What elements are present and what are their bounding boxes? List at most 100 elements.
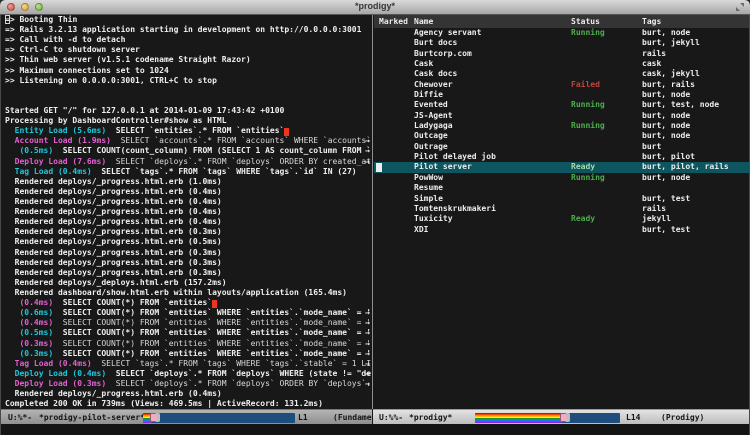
sql-duration-label: Deploy Load (7.6ms) bbox=[5, 157, 106, 166]
service-row[interactable]: Burt docsburt, jekyll bbox=[374, 38, 749, 48]
service-row[interactable]: JS-Agentburt, node bbox=[374, 111, 749, 121]
window-title: *prodigy* bbox=[60, 1, 690, 11]
truncation-arrow-icon: → bbox=[365, 136, 370, 146]
pane-divider[interactable] bbox=[372, 15, 373, 409]
service-row[interactable]: Pilot serverReadyburt, pilot, rails bbox=[374, 162, 749, 172]
modeline-buffer-name[interactable]: *prodigy* bbox=[409, 410, 452, 424]
service-row[interactable]: Tomtenskrukmakeri rails bbox=[374, 204, 749, 214]
emacs-frame: => Booting Thin=> Rails 3.2.13 applicati… bbox=[1, 15, 749, 435]
service-row[interactable]: EventedRunningburt, test, node bbox=[374, 100, 749, 110]
log-text: SELECT COUNT(*) FROM `entities` WHERE `e… bbox=[53, 308, 371, 317]
truncation-arrow-icon: → bbox=[365, 146, 370, 156]
titlebar[interactable]: *prodigy* bbox=[0, 0, 750, 15]
sql-duration-label: (0.3ms) bbox=[5, 349, 53, 358]
log-line: >> Maximum connections set to 1024 bbox=[1, 66, 371, 76]
log-text: => Rails 3.2.13 application starting in … bbox=[5, 25, 361, 34]
truncation-arrow-icon: → bbox=[365, 349, 370, 359]
log-line: Rendered deploys/_progress.html.erb (0.3… bbox=[1, 248, 371, 258]
sql-duration-label: Tag Load (0.4ms) bbox=[5, 167, 92, 176]
service-row[interactable]: Caskcask bbox=[374, 59, 749, 69]
log-line: Rendered deploys/_progress.html.erb (0.3… bbox=[1, 258, 371, 268]
log-text: Rendered deploys/_progress.html.erb (0.3… bbox=[5, 227, 222, 236]
sql-duration-label: (0.6ms) bbox=[5, 308, 53, 317]
log-line: (0.4ms) SELECT COUNT(*) FROM `entities` … bbox=[1, 318, 371, 328]
truncation-arrow-icon: → bbox=[365, 328, 370, 338]
service-tags: burt, node bbox=[642, 90, 690, 101]
fullscreen-icon[interactable] bbox=[736, 3, 744, 11]
log-text: SELECT `deploys`.* FROM `deploys` WHERE … bbox=[106, 369, 371, 378]
log-line: Rendered dashboard/show.html.erb within … bbox=[1, 288, 371, 298]
service-row[interactable]: Diffieburt, node bbox=[374, 90, 749, 100]
service-tags: burt, node bbox=[642, 28, 690, 39]
zoom-button[interactable] bbox=[35, 3, 43, 11]
service-tags: burt, node bbox=[642, 121, 690, 132]
service-status: Failed bbox=[571, 80, 600, 91]
modeline-major-mode[interactable]: (Prodigy) bbox=[661, 410, 704, 424]
service-row[interactable]: Cask docscask, jekyll bbox=[374, 69, 749, 79]
service-name: PowWow bbox=[414, 173, 443, 184]
service-row[interactable]: Burtcorp.comrails bbox=[374, 49, 749, 59]
service-row[interactable]: Agency servantRunningburt, node bbox=[374, 28, 749, 38]
log-line: Rendered deploys/_progress.html.erb (1.0… bbox=[1, 177, 371, 187]
modeline-line-number: L1 bbox=[298, 410, 308, 424]
log-text: Rendered dashboard/show.html.erb within … bbox=[5, 288, 347, 297]
service-row[interactable]: Simpleburt, test bbox=[374, 194, 749, 204]
service-tags: rails bbox=[642, 204, 666, 215]
sql-duration-label: (0.5ms) bbox=[5, 328, 53, 337]
truncation-arrow-icon: → bbox=[365, 369, 370, 379]
sql-duration-label: (0.3ms) bbox=[5, 339, 53, 348]
log-text: Rendered deploys/_deploys.html.erb (157.… bbox=[5, 278, 227, 287]
modeline-major-mode[interactable]: (Fundamen bbox=[333, 410, 372, 424]
log-text: Rendered deploys/_progress.html.erb (0.3… bbox=[5, 248, 222, 257]
service-tags: burt, test bbox=[642, 194, 690, 205]
modeline-active[interactable]: U:%%- *prodigy* L14 (Prodigy) bbox=[373, 409, 749, 424]
log-line: Rendered deploys/_progress.html.erb (0.4… bbox=[1, 217, 371, 227]
minimize-button[interactable] bbox=[21, 3, 29, 11]
log-line: (0.3ms) SELECT COUNT(*) FROM `entities` … bbox=[1, 339, 371, 349]
minibuffer[interactable] bbox=[1, 424, 749, 435]
log-text: >> Thin web server (v1.5.1 codename Stra… bbox=[5, 55, 251, 64]
log-line: Rendered deploys/_progress.html.erb (0.4… bbox=[1, 389, 371, 399]
header-name: Name bbox=[414, 15, 433, 28]
service-status: Ready bbox=[571, 214, 595, 225]
log-text: Rendered deploys/_progress.html.erb (1.0… bbox=[5, 177, 222, 186]
service-row[interactable]: LadygagaRunningburt, node bbox=[374, 121, 749, 131]
service-row[interactable]: Outcageburt, node bbox=[374, 131, 749, 141]
service-tags: burt bbox=[642, 142, 661, 153]
service-name: Tuxicity bbox=[414, 214, 453, 225]
close-button[interactable] bbox=[7, 3, 15, 11]
log-line: Started GET "/" for 127.0.0.1 at 2014-01… bbox=[1, 106, 371, 116]
service-status: Running bbox=[571, 121, 605, 132]
log-line: (0.4ms) SELECT COUNT(*) FROM `entities` bbox=[1, 298, 371, 308]
service-row[interactable]: Outrage burt bbox=[374, 142, 749, 152]
modeline-buffer-name[interactable]: *prodigy-pilot-server* bbox=[39, 410, 145, 424]
service-tags: burt, rails bbox=[642, 80, 695, 91]
service-row[interactable]: ChewoverFailedburt, rails bbox=[374, 80, 749, 90]
service-name: Tomtenskrukmakeri bbox=[414, 204, 496, 215]
log-text: Rendered deploys/_progress.html.erb (0.4… bbox=[5, 197, 222, 206]
log-line: => Rails 3.2.13 application starting in … bbox=[1, 25, 371, 35]
service-rows: Agency servantRunningburt, nodeBurt docs… bbox=[374, 28, 749, 235]
sql-text: SELECT `tags`.* FROM `tags` WHERE `tags`… bbox=[92, 359, 371, 368]
service-row[interactable]: Resume bbox=[374, 183, 749, 193]
nyan-cat-icon bbox=[150, 413, 160, 422]
sql-text: SELECT `accounts`.* FROM `accounts` WHER… bbox=[111, 136, 371, 145]
service-tags: burt, test, node bbox=[642, 100, 719, 111]
service-row[interactable]: XDIburt, test bbox=[374, 225, 749, 235]
service-tags: burt, node bbox=[642, 111, 690, 122]
log-text: >> Maximum connections set to 1024 bbox=[5, 66, 169, 75]
trailing-whitespace-marker bbox=[212, 300, 217, 309]
modeline-inactive[interactable]: U:%*- *prodigy-pilot-server* L1 (Fundame… bbox=[1, 409, 372, 424]
service-tags: cask, jekyll bbox=[642, 69, 700, 80]
sql-duration-label: Account Load (1.9ms) bbox=[5, 136, 111, 145]
nyan-progress-bar bbox=[475, 413, 620, 423]
modeline-status-flags: U:%%- bbox=[379, 410, 403, 424]
modeline-line-number: L14 bbox=[626, 410, 640, 424]
service-row[interactable]: Pilot delayed jobburt, pilot bbox=[374, 152, 749, 162]
service-row[interactable]: PowWowRunningburt, node bbox=[374, 173, 749, 183]
service-row[interactable]: TuxicityReadyjekyll bbox=[374, 214, 749, 224]
log-line: Rendered deploys/_deploys.html.erb (157.… bbox=[1, 278, 371, 288]
log-line: => Booting Thin bbox=[1, 15, 371, 25]
sql-text: SELECT `deploys`.* FROM `deploys` ORDER … bbox=[106, 379, 371, 388]
service-name: Outrage bbox=[414, 142, 448, 153]
